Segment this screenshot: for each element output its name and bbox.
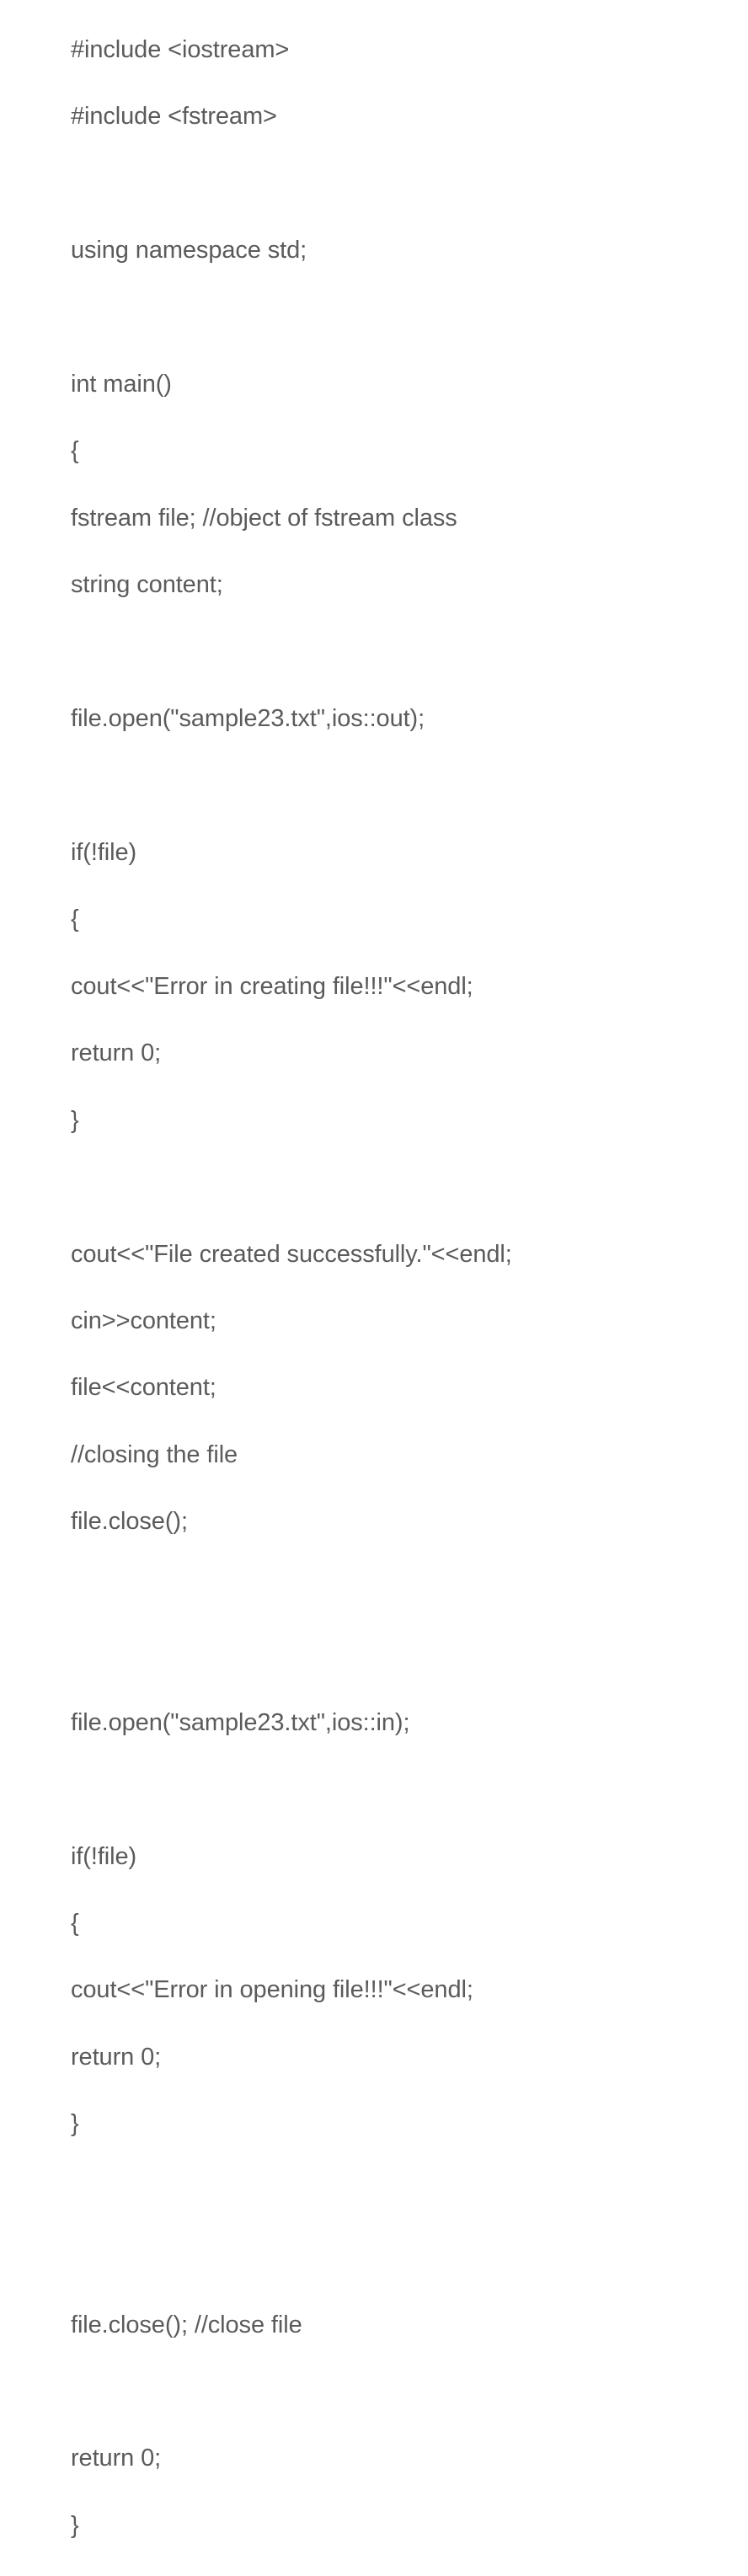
code-line bbox=[71, 1573, 677, 1606]
code-line: file.close(); //close file bbox=[71, 2309, 677, 2343]
code-line bbox=[71, 770, 677, 804]
code-line: cin>>content; bbox=[71, 1305, 677, 1339]
code-line: #include <iostream> bbox=[71, 34, 677, 67]
code-line: file.open("sample23.txt",ios::in); bbox=[71, 1707, 677, 1740]
code-line bbox=[71, 636, 677, 670]
code-line bbox=[71, 168, 677, 201]
code-line: file.close(); bbox=[71, 1505, 677, 1539]
code-line: } bbox=[71, 2509, 677, 2543]
code-line: } bbox=[71, 1104, 677, 1138]
code-line bbox=[71, 2242, 677, 2275]
code-line bbox=[71, 1639, 677, 1673]
code-line: using namespace std; bbox=[71, 234, 677, 268]
code-line: int main() bbox=[71, 368, 677, 402]
code-line bbox=[71, 301, 677, 334]
code-line: fstream file; //object of fstream class bbox=[71, 502, 677, 536]
code-line bbox=[71, 2376, 677, 2409]
code-line: //closing the file bbox=[71, 1439, 677, 1472]
code-line: if(!file) bbox=[71, 836, 677, 870]
code-line: string content; bbox=[71, 569, 677, 602]
code-line: file<<content; bbox=[71, 1371, 677, 1405]
code-line: { bbox=[71, 1907, 677, 1941]
code-line: return 0; bbox=[71, 1037, 677, 1071]
code-line: { bbox=[71, 435, 677, 468]
code-line: return 0; bbox=[71, 2041, 677, 2075]
code-line: file.open("sample23.txt",ios::out); bbox=[71, 703, 677, 736]
code-line: #include <fstream> bbox=[71, 100, 677, 134]
code-line: cout<<"File created successfully."<<endl… bbox=[71, 1238, 677, 1272]
code-line: } bbox=[71, 2108, 677, 2141]
code-line: cout<<"Error in creating file!!!"<<endl; bbox=[71, 970, 677, 1004]
code-line: if(!file) bbox=[71, 1841, 677, 1874]
code-line bbox=[71, 1773, 677, 1807]
code-line: { bbox=[71, 903, 677, 937]
code-line bbox=[71, 2175, 677, 2209]
code-line: return 0; bbox=[71, 2442, 677, 2476]
code-block: #include <iostream> #include <fstream> u… bbox=[71, 0, 677, 2576]
code-line bbox=[71, 1171, 677, 1205]
code-line: cout<<"Error in opening file!!!"<<endl; bbox=[71, 1974, 677, 2007]
